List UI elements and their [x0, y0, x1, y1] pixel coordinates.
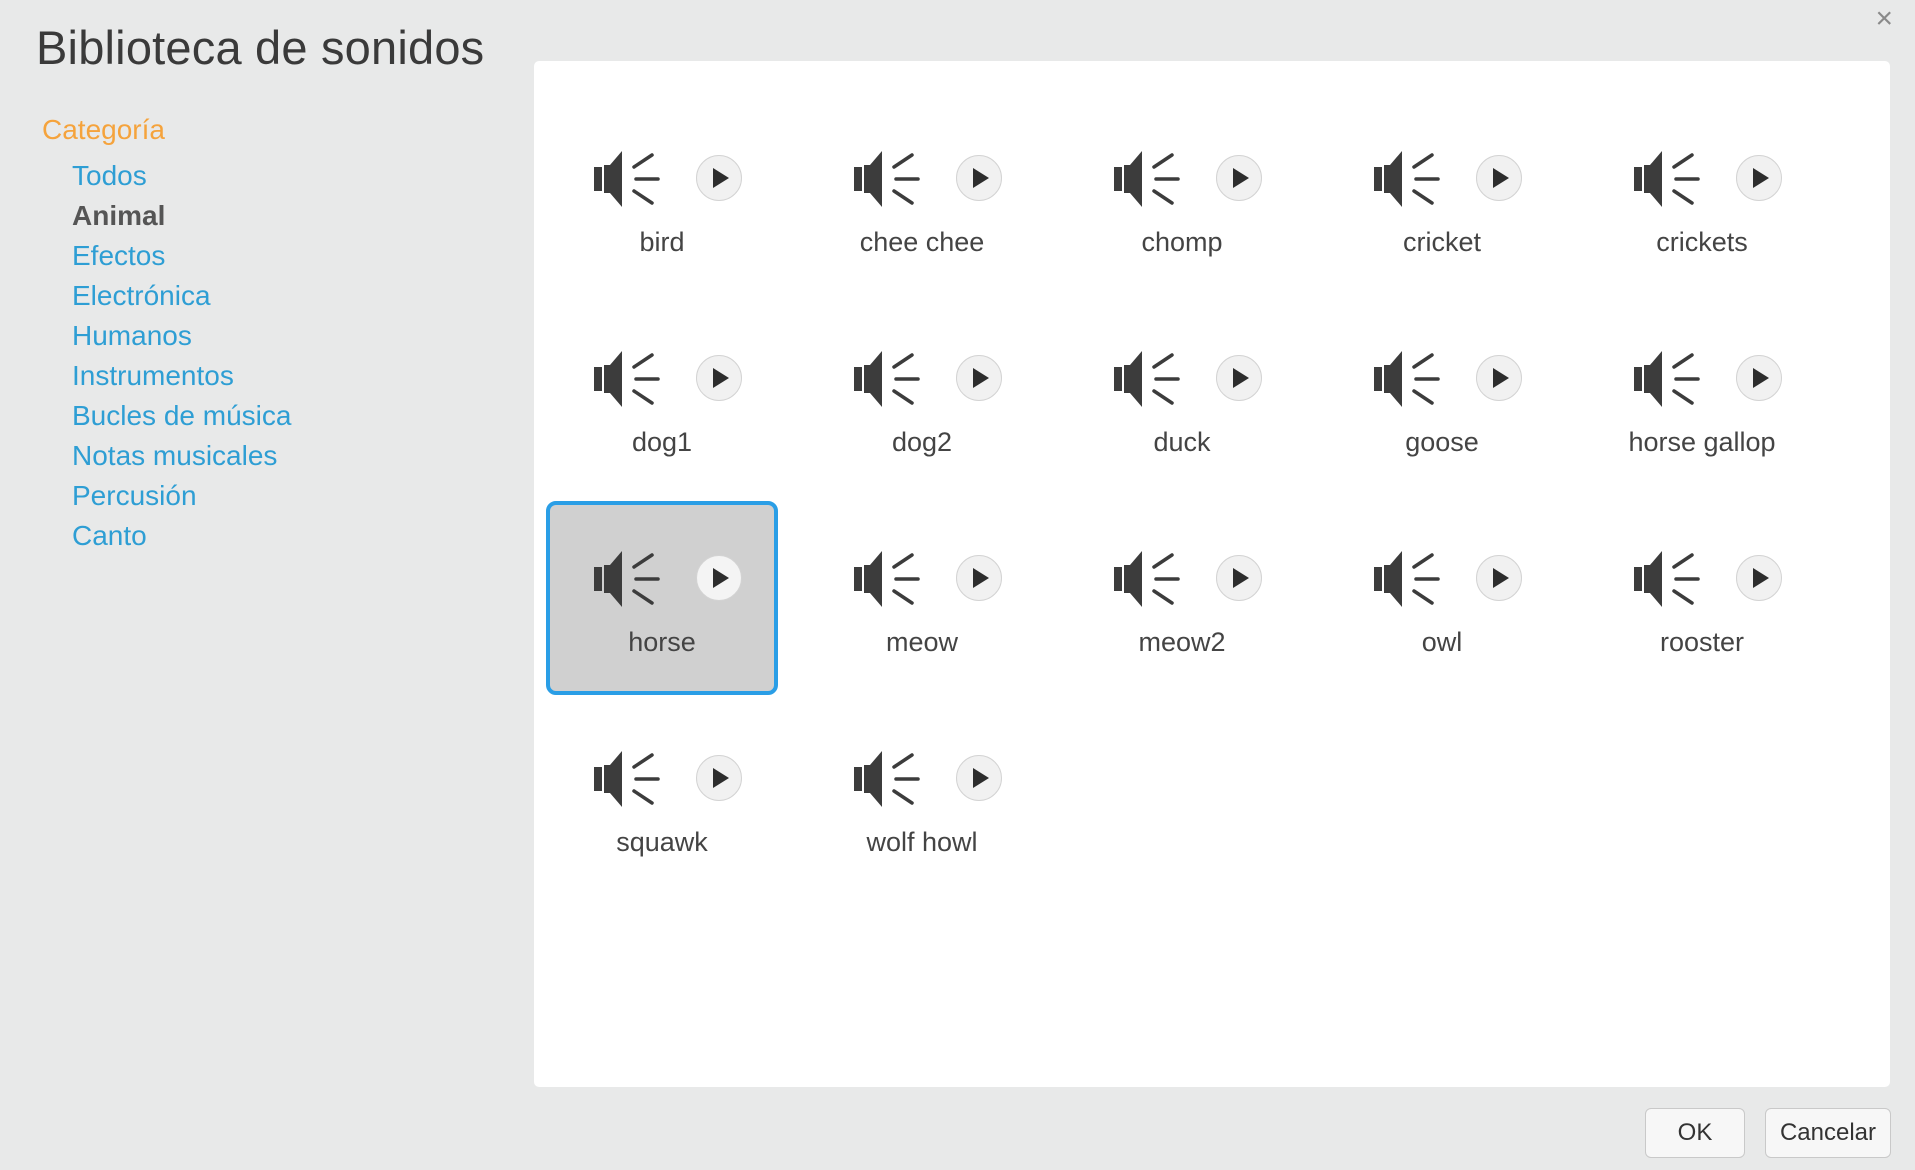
- category-item[interactable]: Canto: [72, 516, 502, 556]
- speaker-icon: [1372, 147, 1448, 211]
- play-icon[interactable]: [1476, 355, 1522, 401]
- sounds-panel: bird chee chee chomp cricket crickets do…: [534, 61, 1890, 1087]
- close-icon[interactable]: ×: [1875, 4, 1893, 34]
- cancel-button[interactable]: Cancelar: [1765, 1108, 1891, 1158]
- sound-tile[interactable]: chee chee: [806, 101, 1038, 295]
- category-heading: Categoría: [42, 114, 165, 145]
- speaker-icon: [1112, 347, 1188, 411]
- sound-name: dog1: [631, 427, 693, 457]
- category-item[interactable]: Humanos: [72, 316, 502, 356]
- play-icon[interactable]: [1476, 155, 1522, 201]
- play-icon[interactable]: [956, 555, 1002, 601]
- sound-tile[interactable]: dog1: [546, 301, 778, 495]
- play-icon[interactable]: [1736, 355, 1782, 401]
- sound-name: crickets: [1656, 227, 1748, 257]
- speaker-icon: [1372, 547, 1448, 611]
- sound-name: chee chee: [859, 227, 985, 257]
- sound-tile[interactable]: chomp: [1066, 101, 1298, 295]
- play-icon[interactable]: [1216, 355, 1262, 401]
- sound-name: bird: [639, 227, 685, 257]
- category-item[interactable]: Animal: [72, 196, 502, 236]
- sound-name: rooster: [1659, 627, 1745, 657]
- sound-name: owl: [1421, 627, 1463, 657]
- speaker-icon: [852, 147, 928, 211]
- sound-tile[interactable]: cricket: [1326, 101, 1558, 295]
- sound-tile[interactable]: rooster: [1586, 501, 1818, 695]
- sound-name: chomp: [1141, 227, 1223, 257]
- play-icon[interactable]: [956, 355, 1002, 401]
- category-item[interactable]: Notas musicales: [72, 436, 502, 476]
- speaker-icon: [1112, 547, 1188, 611]
- speaker-icon: [592, 347, 668, 411]
- sound-tile[interactable]: dog2: [806, 301, 1038, 495]
- sound-name: meow2: [1138, 627, 1226, 657]
- category-item[interactable]: Todos: [72, 156, 502, 196]
- play-icon[interactable]: [1736, 555, 1782, 601]
- sound-name: horse gallop: [1628, 427, 1776, 457]
- speaker-icon: [1112, 147, 1188, 211]
- sound-tile[interactable]: meow2: [1066, 501, 1298, 695]
- sound-tile[interactable]: horse: [546, 501, 778, 695]
- sound-tile[interactable]: bird: [546, 101, 778, 295]
- sound-tile[interactable]: duck: [1066, 301, 1298, 495]
- dialog-title: Biblioteca de sonidos: [36, 21, 485, 74]
- play-icon[interactable]: [956, 755, 1002, 801]
- speaker-icon: [1632, 347, 1708, 411]
- category-list: Todos Animal Efectos Electrónica Humanos Inst…: [42, 156, 502, 556]
- sound-tile[interactable]: squawk: [546, 701, 778, 895]
- sound-tile[interactable]: crickets: [1586, 101, 1818, 295]
- category-item[interactable]: Instrumentos: [72, 356, 502, 396]
- sound-tile[interactable]: owl: [1326, 501, 1558, 695]
- speaker-icon: [852, 347, 928, 411]
- speaker-icon: [852, 547, 928, 611]
- play-icon[interactable]: [956, 155, 1002, 201]
- play-icon[interactable]: [1216, 555, 1262, 601]
- sound-name: wolf howl: [866, 827, 978, 857]
- play-icon[interactable]: [696, 755, 742, 801]
- speaker-icon: [592, 147, 668, 211]
- speaker-icon: [1632, 147, 1708, 211]
- sound-tile[interactable]: goose: [1326, 301, 1558, 495]
- speaker-icon: [852, 747, 928, 811]
- category-item[interactable]: Bucles de música: [72, 396, 502, 436]
- sounds-grid: bird chee chee chomp cricket crickets do…: [546, 101, 1822, 895]
- category-item[interactable]: Efectos: [72, 236, 502, 276]
- play-icon[interactable]: [1476, 555, 1522, 601]
- sound-name: squawk: [616, 827, 708, 857]
- sound-name: goose: [1405, 427, 1479, 457]
- sound-name: meow: [885, 627, 959, 657]
- speaker-icon: [1632, 547, 1708, 611]
- sound-library-dialog: Biblioteca de sonidos × Categoría Todos A…: [0, 0, 1915, 1170]
- category-sidebar: Categoría Todos Animal Efectos Electrónica H…: [42, 114, 502, 556]
- speaker-icon: [592, 547, 668, 611]
- play-icon[interactable]: [696, 555, 742, 601]
- play-icon[interactable]: [696, 155, 742, 201]
- sound-tile[interactable]: wolf howl: [806, 701, 1038, 895]
- play-icon[interactable]: [1736, 155, 1782, 201]
- sound-tile[interactable]: horse gallop: [1586, 301, 1818, 495]
- sound-name: duck: [1153, 427, 1211, 457]
- sound-tile[interactable]: meow: [806, 501, 1038, 695]
- speaker-icon: [592, 747, 668, 811]
- sound-name: horse: [628, 627, 696, 657]
- play-icon[interactable]: [696, 355, 742, 401]
- play-icon[interactable]: [1216, 155, 1262, 201]
- sound-name: dog2: [891, 427, 953, 457]
- sound-name: cricket: [1402, 227, 1481, 257]
- speaker-icon: [1372, 347, 1448, 411]
- ok-button[interactable]: OK: [1645, 1108, 1745, 1158]
- category-item[interactable]: Electrónica: [72, 276, 502, 316]
- category-item[interactable]: Percusión: [72, 476, 502, 516]
